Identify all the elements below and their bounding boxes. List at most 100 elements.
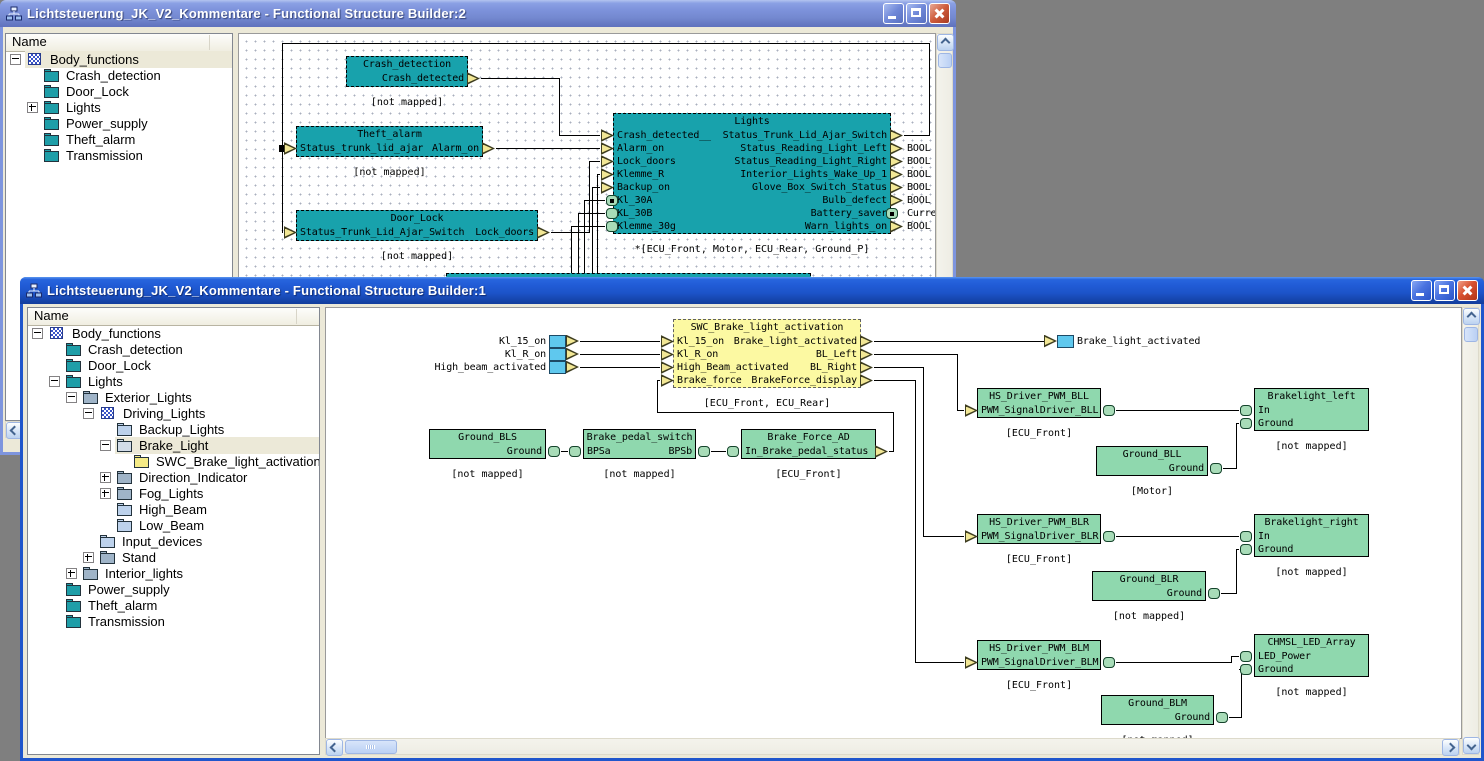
tree-item-power_supply[interactable]: Power_supply bbox=[6, 115, 232, 131]
function-block[interactable]: Ground_BLSGround bbox=[429, 429, 546, 459]
function-block[interactable]: LightsCrash_detected__Status_Trunk_Lid_A… bbox=[613, 113, 891, 234]
function-block[interactable]: Crash_detectionCrash_detected bbox=[346, 56, 468, 87]
port-connector-icon[interactable] bbox=[606, 208, 618, 219]
expand-toggle[interactable] bbox=[100, 488, 111, 499]
tree-item-driving_lights[interactable]: Driving_Lights bbox=[28, 405, 319, 421]
function-block[interactable]: Brake_Force_ADIn_Brake_pedal_status bbox=[741, 429, 876, 459]
function-block[interactable]: Ground_BLLGround bbox=[1096, 446, 1208, 476]
tree-item-transmission[interactable]: Transmission bbox=[6, 147, 232, 163]
close-button[interactable] bbox=[929, 3, 950, 24]
external-port[interactable]: Brake_light_activated bbox=[1044, 335, 1200, 348]
scroll-up-button[interactable] bbox=[1463, 308, 1480, 325]
close-button[interactable] bbox=[1457, 280, 1478, 301]
function-block[interactable]: Ground_BLRGround bbox=[1092, 571, 1206, 601]
scroll-down-button[interactable] bbox=[1463, 737, 1480, 754]
port-connector-icon[interactable] bbox=[698, 446, 710, 457]
function-block[interactable]: HS_Driver_PWM_BLMPWM_SignalDriver_BLM bbox=[977, 640, 1101, 670]
port-connector-icon[interactable] bbox=[1240, 418, 1252, 429]
port-connector-icon[interactable] bbox=[1103, 531, 1115, 542]
tree-item-power_supply[interactable]: Power_supply bbox=[28, 581, 319, 597]
tree-item-lights[interactable]: Lights bbox=[28, 373, 319, 389]
expand-toggle[interactable] bbox=[10, 54, 21, 65]
port-connector-icon[interactable] bbox=[1240, 531, 1252, 542]
tree-item-stand[interactable]: Stand bbox=[28, 549, 319, 565]
tree-item-body_functions[interactable]: Body_functions bbox=[28, 325, 319, 341]
minimize-button[interactable] bbox=[1411, 280, 1432, 301]
tree-item-theft_alarm[interactable]: Theft_alarm bbox=[28, 597, 319, 613]
external-port[interactable]: Kl_15_on bbox=[388, 335, 579, 348]
tree-item-input_devices[interactable]: Input_devices bbox=[28, 533, 319, 549]
tree-item-crash_detection[interactable]: Crash_detection bbox=[6, 67, 232, 83]
expand-toggle[interactable] bbox=[100, 472, 111, 483]
window-builder-1[interactable]: Lichtsteuerung_JK_V2_Kommentare - Functi… bbox=[20, 277, 1484, 761]
port-connector-icon[interactable] bbox=[1210, 463, 1222, 474]
external-port[interactable]: High_beam_activated bbox=[388, 361, 579, 374]
port-connector-icon[interactable] bbox=[1103, 405, 1115, 416]
expand-toggle[interactable] bbox=[32, 328, 43, 339]
function-block[interactable]: HS_Driver_PWM_BLRPWM_SignalDriver_BLR bbox=[977, 514, 1101, 544]
tree-item-crash_detection[interactable]: Crash_detection bbox=[28, 341, 319, 357]
tree-item-exterior_lights[interactable]: Exterior_Lights bbox=[28, 389, 319, 405]
port-connector-icon[interactable] bbox=[1240, 664, 1252, 675]
tree-item-lights[interactable]: Lights bbox=[6, 99, 232, 115]
scroll-right-button[interactable] bbox=[1442, 739, 1459, 756]
function-block[interactable]: Ground_BLMGround bbox=[1101, 695, 1214, 725]
port-connector-icon[interactable] bbox=[727, 446, 739, 457]
tree-item-interior_lights[interactable]: Interior_lights bbox=[28, 565, 319, 581]
titlebar[interactable]: Lichtsteuerung_JK_V2_Kommentare - Functi… bbox=[0, 0, 956, 27]
minimize-button[interactable] bbox=[883, 3, 904, 24]
port-connector-icon[interactable] bbox=[1240, 651, 1252, 662]
expand-toggle[interactable] bbox=[66, 392, 77, 403]
expand-toggle[interactable] bbox=[100, 440, 111, 451]
horizontal-scrollbar[interactable] bbox=[325, 738, 1460, 755]
scroll-thumb[interactable] bbox=[938, 53, 952, 68]
function-block[interactable]: Brakelight_rightInGround bbox=[1254, 514, 1369, 557]
tree-item-door_lock[interactable]: Door_Lock bbox=[28, 357, 319, 373]
external-port[interactable]: Kl_R_on bbox=[388, 348, 579, 361]
tree-item-direction_indicator[interactable]: Direction_Indicator bbox=[28, 469, 319, 485]
tree-item-body_functions[interactable]: Body_functions bbox=[6, 51, 232, 67]
port-connector-icon[interactable] bbox=[1216, 712, 1228, 723]
function-block[interactable]: Brake_pedal_switchBPSaBPSb bbox=[583, 429, 696, 459]
tree-item-transmission[interactable]: Transmission bbox=[28, 613, 319, 629]
tree-item-theft_alarm[interactable]: Theft_alarm bbox=[6, 131, 232, 147]
tree-header[interactable]: Name bbox=[28, 308, 319, 326]
tree-item-swc_brake_light_activation[interactable]: SWC_Brake_light_activation bbox=[28, 453, 319, 469]
tree-item-high_beam[interactable]: High_Beam bbox=[28, 501, 319, 517]
port-connector-icon[interactable] bbox=[1240, 544, 1252, 555]
titlebar[interactable]: Lichtsteuerung_JK_V2_Kommentare - Functi… bbox=[20, 277, 1484, 304]
expand-toggle[interactable] bbox=[49, 376, 60, 387]
port-connector-icon[interactable] bbox=[548, 446, 560, 457]
port-connector-icon[interactable] bbox=[569, 446, 581, 457]
function-block[interactable]: Theft_alarmStatus_trunk_lid_ajarAlarm_on bbox=[296, 126, 483, 157]
expand-toggle[interactable] bbox=[83, 408, 94, 419]
tree-item-low_beam[interactable]: Low_Beam bbox=[28, 517, 319, 533]
function-block[interactable]: CHMSL_LED_ArrayLED_PowerGround bbox=[1254, 634, 1369, 677]
port-connector-icon[interactable] bbox=[1208, 588, 1220, 599]
port-connector-icon[interactable] bbox=[606, 221, 618, 232]
tree-item-backup_lights[interactable]: Backup_Lights bbox=[28, 421, 319, 437]
scroll-thumb[interactable] bbox=[1464, 327, 1478, 342]
scroll-left-button[interactable] bbox=[326, 739, 343, 756]
scroll-up-button[interactable] bbox=[937, 34, 954, 51]
tree-item-fog_lights[interactable]: Fog_Lights bbox=[28, 485, 319, 501]
function-block[interactable]: HS_Driver_PWM_BLLPWM_SignalDriver_BLL bbox=[977, 388, 1101, 418]
function-block[interactable]: Door_LockStatus_Trunk_Lid_Ajar_SwitchLoc… bbox=[296, 210, 538, 241]
expand-toggle[interactable] bbox=[27, 102, 38, 113]
tree-item-door_lock[interactable]: Door_Lock bbox=[6, 83, 232, 99]
port-connector-icon[interactable] bbox=[606, 195, 618, 206]
tree-header[interactable]: Name bbox=[6, 34, 232, 52]
maximize-button[interactable] bbox=[906, 3, 927, 24]
tree-item-brake_light[interactable]: Brake_Light bbox=[28, 437, 319, 453]
expand-toggle[interactable] bbox=[66, 568, 77, 579]
function-block[interactable]: Brakelight_leftInGround bbox=[1254, 388, 1369, 431]
diagram-canvas[interactable]: SWC_Brake_light_activationKl_15_onBrake_… bbox=[325, 307, 1462, 739]
function-block[interactable]: SWC_Brake_light_activationKl_15_onBrake_… bbox=[673, 319, 861, 388]
scroll-thumb[interactable] bbox=[345, 740, 397, 754]
port-connector-icon[interactable] bbox=[1240, 405, 1252, 416]
maximize-button[interactable] bbox=[1434, 280, 1455, 301]
expand-toggle[interactable] bbox=[83, 552, 94, 563]
port-connector-icon[interactable] bbox=[886, 208, 898, 219]
vertical-scrollbar[interactable] bbox=[1462, 307, 1479, 755]
port-connector-icon[interactable] bbox=[1103, 657, 1115, 668]
